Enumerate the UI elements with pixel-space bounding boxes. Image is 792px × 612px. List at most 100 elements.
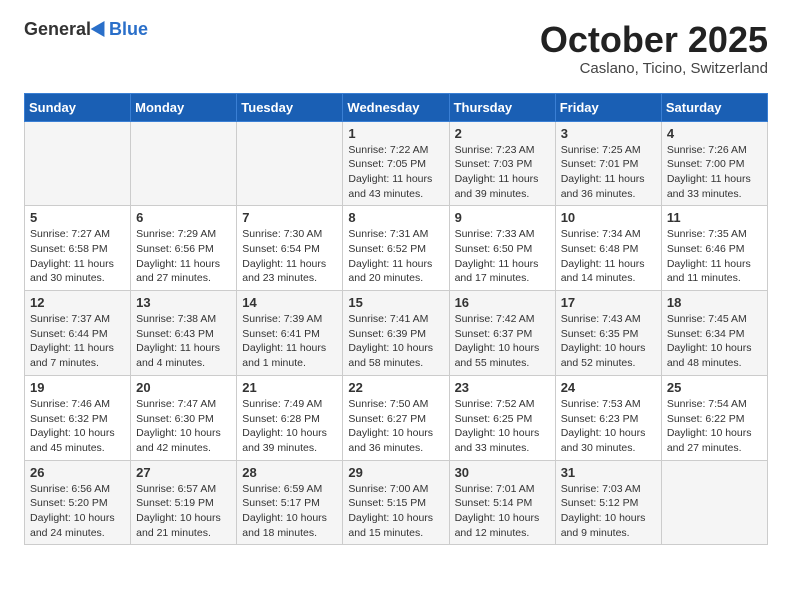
day-number: 19 <box>30 380 125 395</box>
day-number: 17 <box>561 295 656 310</box>
calendar-body: 1 Sunrise: 7:22 AM Sunset: 7:05 PM Daylig… <box>25 121 768 545</box>
cell-content: Sunrise: 7:27 AM Sunset: 6:58 PM Dayligh… <box>30 227 125 286</box>
day-number: 9 <box>455 210 550 225</box>
day-header-tuesday: Tuesday <box>237 93 343 121</box>
calendar-cell: 1 Sunrise: 7:22 AM Sunset: 7:05 PM Daylig… <box>343 121 449 206</box>
cell-content: Sunrise: 7:41 AM Sunset: 6:39 PM Dayligh… <box>348 312 443 371</box>
week-row: 26Sunrise: 6:56 AM Sunset: 5:20 PM Dayli… <box>25 460 768 545</box>
day-number: 1 <box>348 126 443 141</box>
calendar-cell: 4 Sunrise: 7:26 AM Sunset: 7:00 PM Daylig… <box>661 121 767 206</box>
day-number: 30 <box>455 465 550 480</box>
calendar-cell: 5 Sunrise: 7:27 AM Sunset: 6:58 PM Daylig… <box>25 206 131 291</box>
header: GeneralBlue October 2025 Caslano, Ticino… <box>24 20 768 77</box>
logo-general-text: General <box>24 20 91 38</box>
calendar-cell: 14Sunrise: 7:39 AM Sunset: 6:41 PM Dayli… <box>237 291 343 376</box>
cell-content: Sunrise: 6:56 AM Sunset: 5:20 PM Dayligh… <box>30 482 125 541</box>
day-number: 20 <box>136 380 231 395</box>
day-number: 14 <box>242 295 337 310</box>
calendar-cell: 29 Sunrise: 7:00 AM Sunset: 5:15 PM Dayli… <box>343 460 449 545</box>
cell-content: Sunrise: 7:00 AM Sunset: 5:15 PM Dayligh… <box>348 482 443 541</box>
calendar-cell: 18 Sunrise: 7:45 AM Sunset: 6:34 PM Dayli… <box>661 291 767 376</box>
calendar-cell: 13 Sunrise: 7:38 AM Sunset: 6:43 PM Dayli… <box>131 291 237 376</box>
header-row: SundayMondayTuesdayWednesdayThursdayFrid… <box>25 93 768 121</box>
day-number: 8 <box>348 210 443 225</box>
cell-content: Sunrise: 7:38 AM Sunset: 6:43 PM Dayligh… <box>136 312 231 371</box>
cell-content: Sunrise: 7:26 AM Sunset: 7:00 PM Dayligh… <box>667 143 762 202</box>
day-header-wednesday: Wednesday <box>343 93 449 121</box>
day-number: 29 <box>348 465 443 480</box>
day-header-friday: Friday <box>555 93 661 121</box>
cell-content: Sunrise: 7:47 AM Sunset: 6:30 PM Dayligh… <box>136 397 231 456</box>
location: Caslano, Ticino, Switzerland <box>540 60 768 77</box>
calendar-cell: 23Sunrise: 7:52 AM Sunset: 6:25 PM Dayli… <box>449 375 555 460</box>
cell-content: Sunrise: 7:30 AM Sunset: 6:54 PM Dayligh… <box>242 227 337 286</box>
cell-content: Sunrise: 6:59 AM Sunset: 5:17 PM Dayligh… <box>242 482 337 541</box>
cell-content: Sunrise: 7:52 AM Sunset: 6:25 PM Dayligh… <box>455 397 550 456</box>
calendar-cell: 31Sunrise: 7:03 AM Sunset: 5:12 PM Dayli… <box>555 460 661 545</box>
calendar-cell: 8 Sunrise: 7:31 AM Sunset: 6:52 PM Daylig… <box>343 206 449 291</box>
calendar-header: SundayMondayTuesdayWednesdayThursdayFrid… <box>25 93 768 121</box>
day-number: 24 <box>561 380 656 395</box>
day-number: 27 <box>136 465 231 480</box>
calendar-cell: 7 Sunrise: 7:30 AM Sunset: 6:54 PM Daylig… <box>237 206 343 291</box>
calendar-cell <box>237 121 343 206</box>
calendar-cell: 27 Sunrise: 6:57 AM Sunset: 5:19 PM Dayli… <box>131 460 237 545</box>
day-number: 2 <box>455 126 550 141</box>
day-number: 5 <box>30 210 125 225</box>
day-number: 15 <box>348 295 443 310</box>
day-number: 22 <box>348 380 443 395</box>
calendar-table: SundayMondayTuesdayWednesdayThursdayFrid… <box>24 93 768 546</box>
calendar-cell: 30 Sunrise: 7:01 AM Sunset: 5:14 PM Dayli… <box>449 460 555 545</box>
cell-content: Sunrise: 7:29 AM Sunset: 6:56 PM Dayligh… <box>136 227 231 286</box>
day-number: 18 <box>667 295 762 310</box>
calendar-cell <box>131 121 237 206</box>
day-number: 3 <box>561 126 656 141</box>
calendar-cell: 19 Sunrise: 7:46 AM Sunset: 6:32 PM Dayli… <box>25 375 131 460</box>
cell-content: Sunrise: 7:46 AM Sunset: 6:32 PM Dayligh… <box>30 397 125 456</box>
calendar-cell: 21Sunrise: 7:49 AM Sunset: 6:28 PM Dayli… <box>237 375 343 460</box>
logo-blue-text: Blue <box>109 20 148 38</box>
calendar-cell: 20 Sunrise: 7:47 AM Sunset: 6:30 PM Dayli… <box>131 375 237 460</box>
cell-content: Sunrise: 7:42 AM Sunset: 6:37 PM Dayligh… <box>455 312 550 371</box>
week-row: 1 Sunrise: 7:22 AM Sunset: 7:05 PM Daylig… <box>25 121 768 206</box>
calendar-cell: 10 Sunrise: 7:34 AM Sunset: 6:48 PM Dayli… <box>555 206 661 291</box>
calendar-cell: 25 Sunrise: 7:54 AM Sunset: 6:22 PM Dayli… <box>661 375 767 460</box>
calendar-cell: 15 Sunrise: 7:41 AM Sunset: 6:39 PM Dayli… <box>343 291 449 376</box>
cell-content: Sunrise: 7:31 AM Sunset: 6:52 PM Dayligh… <box>348 227 443 286</box>
calendar-cell: 11 Sunrise: 7:35 AM Sunset: 6:46 PM Dayli… <box>661 206 767 291</box>
day-number: 11 <box>667 210 762 225</box>
cell-content: Sunrise: 7:23 AM Sunset: 7:03 PM Dayligh… <box>455 143 550 202</box>
day-number: 21 <box>242 380 337 395</box>
cell-content: Sunrise: 7:34 AM Sunset: 6:48 PM Dayligh… <box>561 227 656 286</box>
calendar-cell: 16Sunrise: 7:42 AM Sunset: 6:37 PM Dayli… <box>449 291 555 376</box>
cell-content: Sunrise: 6:57 AM Sunset: 5:19 PM Dayligh… <box>136 482 231 541</box>
cell-content: Sunrise: 7:35 AM Sunset: 6:46 PM Dayligh… <box>667 227 762 286</box>
week-row: 5 Sunrise: 7:27 AM Sunset: 6:58 PM Daylig… <box>25 206 768 291</box>
logo-text: General Blue <box>24 20 148 38</box>
calendar-cell: 22Sunrise: 7:50 AM Sunset: 6:27 PM Dayli… <box>343 375 449 460</box>
day-header-monday: Monday <box>131 93 237 121</box>
week-row: 19 Sunrise: 7:46 AM Sunset: 6:32 PM Dayli… <box>25 375 768 460</box>
day-number: 25 <box>667 380 762 395</box>
calendar-cell: 26Sunrise: 6:56 AM Sunset: 5:20 PM Dayli… <box>25 460 131 545</box>
cell-content: Sunrise: 7:54 AM Sunset: 6:22 PM Dayligh… <box>667 397 762 456</box>
calendar-cell: 17Sunrise: 7:43 AM Sunset: 6:35 PM Dayli… <box>555 291 661 376</box>
cell-content: Sunrise: 7:53 AM Sunset: 6:23 PM Dayligh… <box>561 397 656 456</box>
calendar-cell <box>25 121 131 206</box>
cell-content: Sunrise: 7:01 AM Sunset: 5:14 PM Dayligh… <box>455 482 550 541</box>
day-number: 12 <box>30 295 125 310</box>
calendar-cell: 2 Sunrise: 7:23 AM Sunset: 7:03 PM Daylig… <box>449 121 555 206</box>
cell-content: Sunrise: 7:45 AM Sunset: 6:34 PM Dayligh… <box>667 312 762 371</box>
calendar-cell: 24 Sunrise: 7:53 AM Sunset: 6:23 PM Dayli… <box>555 375 661 460</box>
logo: General Blue <box>24 20 148 38</box>
day-number: 10 <box>561 210 656 225</box>
day-number: 4 <box>667 126 762 141</box>
day-header-thursday: Thursday <box>449 93 555 121</box>
day-number: 7 <box>242 210 337 225</box>
cell-content: Sunrise: 7:33 AM Sunset: 6:50 PM Dayligh… <box>455 227 550 286</box>
day-number: 13 <box>136 295 231 310</box>
day-header-saturday: Saturday <box>661 93 767 121</box>
cell-content: Sunrise: 7:22 AM Sunset: 7:05 PM Dayligh… <box>348 143 443 202</box>
calendar-cell: 6Sunrise: 7:29 AM Sunset: 6:56 PM Daylig… <box>131 206 237 291</box>
day-header-sunday: Sunday <box>25 93 131 121</box>
